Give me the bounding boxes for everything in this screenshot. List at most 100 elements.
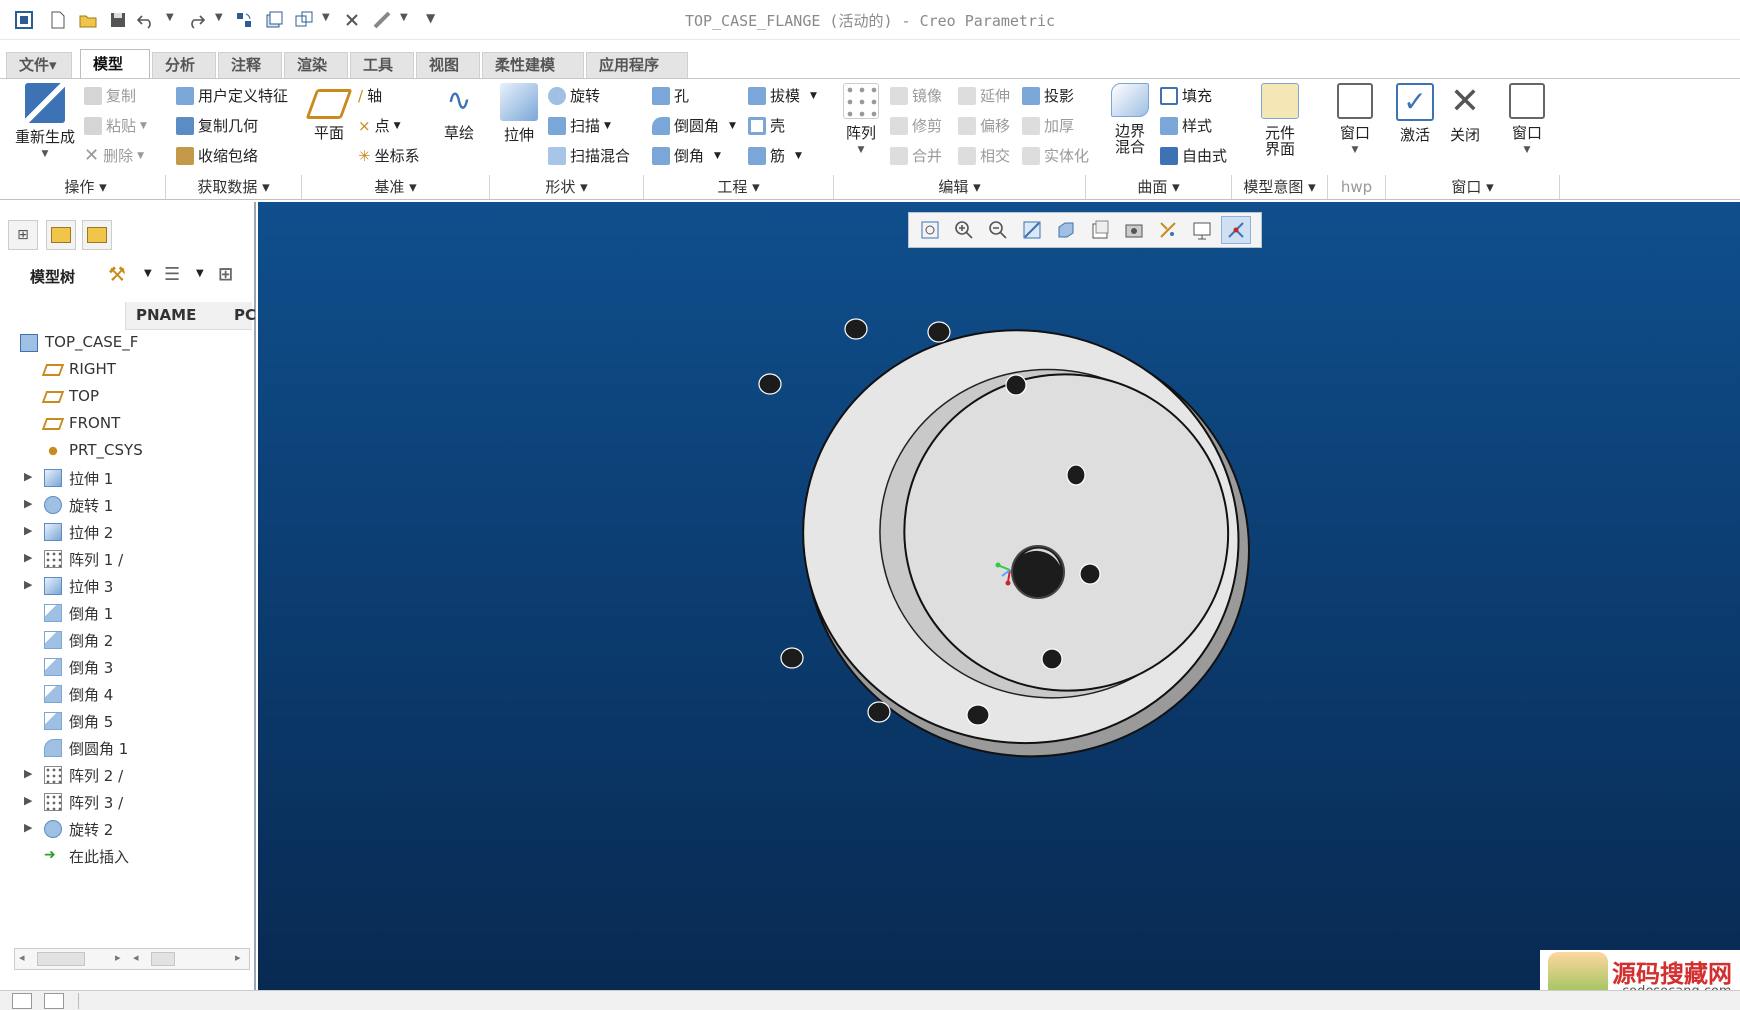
- shell-button[interactable]: 壳: [748, 115, 785, 136]
- tree-item[interactable]: RIGHT: [14, 357, 252, 383]
- regenerate-button[interactable]: 重新生成 ▼: [8, 83, 82, 163]
- tab-render[interactable]: 渲染: [284, 52, 348, 78]
- window-button[interactable]: 窗口 ▼: [1502, 83, 1552, 159]
- style-button[interactable]: 样式: [1160, 115, 1212, 136]
- group-surfaces[interactable]: 曲面 ▾: [1086, 175, 1232, 199]
- round-button[interactable]: 倒圆角 ▼: [652, 115, 736, 136]
- revolve-button[interactable]: 旋转: [548, 85, 600, 106]
- tab-view[interactable]: 视图: [416, 52, 480, 78]
- folder-browser-tab[interactable]: [46, 220, 76, 250]
- point-button[interactable]: × 点 ▼: [358, 115, 401, 136]
- tree-item[interactable]: ▶ 拉伸 3: [14, 573, 252, 599]
- group-hwp[interactable]: hwp: [1328, 175, 1386, 199]
- scroll-right-icon[interactable]: ▸: [115, 951, 121, 964]
- tab-tools[interactable]: 工具: [350, 52, 414, 78]
- scroll-thumb-2[interactable]: [151, 952, 175, 966]
- hole-button[interactable]: 孔: [652, 85, 689, 106]
- zoom-in-button[interactable]: [949, 216, 979, 244]
- expand-arrow-icon[interactable]: ▶: [24, 551, 32, 564]
- close-button[interactable]: ✕ 关闭: [1442, 83, 1488, 144]
- group-editing[interactable]: 编辑 ▾: [834, 175, 1086, 199]
- zoom-out-button[interactable]: [983, 216, 1013, 244]
- tree-filter-icon[interactable]: ⊞: [218, 264, 233, 285]
- thicken-button[interactable]: 加厚: [1022, 115, 1074, 136]
- group-window[interactable]: 窗口 ▾: [1386, 175, 1560, 199]
- scroll-left-icon[interactable]: ◂: [19, 951, 25, 964]
- group-shapes[interactable]: 形状 ▾: [490, 175, 644, 199]
- activate-button[interactable]: ✓ 激活: [1390, 83, 1440, 144]
- copy-geometry-button[interactable]: 复制几何: [176, 115, 258, 136]
- tree-item[interactable]: ▶ 旋转 2: [14, 816, 252, 842]
- tree-item[interactable]: ▶ 阵列 1 /: [14, 546, 252, 572]
- shrinkwrap-button[interactable]: 收缩包络: [176, 145, 258, 166]
- scroll-left-2-icon[interactable]: ◂: [133, 951, 139, 964]
- tab-annotate[interactable]: 注释: [218, 52, 282, 78]
- fill-button[interactable]: 填充: [1160, 85, 1212, 106]
- group-operations[interactable]: 操作 ▾: [6, 175, 166, 199]
- expand-arrow-icon[interactable]: ▶: [24, 767, 32, 780]
- repaint-button[interactable]: [1017, 216, 1047, 244]
- refit-button[interactable]: [915, 216, 945, 244]
- graphics-viewport[interactable]: [258, 202, 1740, 990]
- swept-blend-button[interactable]: 扫描混合: [548, 145, 630, 166]
- expand-arrow-icon[interactable]: ▶: [24, 470, 32, 483]
- tree-item[interactable]: 倒角 5: [14, 708, 252, 734]
- udf-button[interactable]: 用户定义特征: [176, 85, 288, 106]
- paste-button[interactable]: 粘贴 ▼: [84, 115, 147, 136]
- intersect-button[interactable]: 相交: [958, 145, 1010, 166]
- tree-columns-dropdown-icon[interactable]: ▼: [196, 268, 204, 279]
- group-get-data[interactable]: 获取数据 ▾: [166, 175, 302, 199]
- freestyle-button[interactable]: 自由式: [1160, 145, 1227, 166]
- boundary-blend-button[interactable]: 边界混合: [1108, 83, 1152, 155]
- offset-button[interactable]: 偏移: [958, 115, 1010, 136]
- group-engineering[interactable]: 工程 ▾: [644, 175, 834, 199]
- tree-item[interactable]: ▶ 拉伸 1: [14, 465, 252, 491]
- expand-arrow-icon[interactable]: ▶: [24, 794, 32, 807]
- sweep-button[interactable]: 扫描 ▼: [548, 115, 611, 136]
- pc-column-header[interactable]: PC: [234, 306, 256, 324]
- group-model-intent[interactable]: 模型意图 ▾: [1232, 175, 1328, 199]
- tree-item[interactable]: 倒角 3: [14, 654, 252, 680]
- datum-plane-button[interactable]: 平面: [305, 83, 353, 142]
- toggle-browser-icon[interactable]: [44, 993, 64, 1009]
- tree-item[interactable]: ▶ 拉伸 2: [14, 519, 252, 545]
- trim-button[interactable]: 修剪: [890, 115, 942, 136]
- tree-item[interactable]: TOP: [14, 384, 252, 410]
- solidify-button[interactable]: 实体化: [1022, 145, 1089, 166]
- copy-button[interactable]: 复制: [84, 85, 136, 106]
- mirror-button[interactable]: 镜像: [890, 85, 942, 106]
- tree-settings-icon[interactable]: ⚒: [108, 262, 126, 286]
- expand-arrow-icon[interactable]: ▶: [24, 524, 32, 537]
- datum-display-button[interactable]: [1153, 216, 1183, 244]
- tree-item[interactable]: ▶ 旋转 1: [14, 492, 252, 518]
- tab-flexible-modeling[interactable]: 柔性建模: [482, 52, 584, 78]
- pname-column-header[interactable]: PNAME: [136, 306, 196, 324]
- tree-item[interactable]: 倒圆角 1: [14, 735, 252, 761]
- component-interface-button[interactable]: 元件界面: [1254, 83, 1306, 157]
- toggle-navigator-icon[interactable]: [12, 993, 32, 1009]
- scroll-thumb[interactable]: [37, 952, 85, 966]
- tree-item[interactable]: FRONT: [14, 411, 252, 437]
- expand-arrow-icon[interactable]: ▶: [24, 497, 32, 510]
- spin-center-button[interactable]: [1187, 216, 1217, 244]
- tab-analysis[interactable]: 分析: [152, 52, 216, 78]
- expand-arrow-icon[interactable]: ▶: [24, 821, 32, 834]
- saved-orientations-button[interactable]: [1085, 216, 1115, 244]
- project-button[interactable]: 投影: [1022, 85, 1074, 106]
- pattern-button[interactable]: 阵列 ▼: [840, 83, 882, 159]
- chamfer-button[interactable]: 倒角 ▼: [652, 145, 721, 166]
- annotation-display-button[interactable]: [1221, 216, 1251, 244]
- tree-item[interactable]: 倒角 2: [14, 627, 252, 653]
- tab-model[interactable]: 模型: [80, 49, 150, 79]
- sketch-button[interactable]: ∿ 草绘: [436, 83, 482, 142]
- model-tree-tab[interactable]: ⊞: [8, 220, 38, 250]
- tree-settings-dropdown-icon[interactable]: ▼: [144, 268, 152, 279]
- display-style-button[interactable]: [1051, 216, 1081, 244]
- tree-item[interactable]: 倒角 1: [14, 600, 252, 626]
- tree-root-item[interactable]: TOP_CASE_F: [14, 330, 252, 356]
- delete-button[interactable]: ✕ 删除 ▼: [84, 145, 144, 166]
- favorites-tab[interactable]: [82, 220, 112, 250]
- tab-applications[interactable]: 应用程序: [586, 52, 688, 78]
- tree-item[interactable]: PRT_CSYS: [14, 438, 252, 464]
- tree-horizontal-scrollbar[interactable]: ◂ ▸ ◂ ▸: [14, 948, 250, 970]
